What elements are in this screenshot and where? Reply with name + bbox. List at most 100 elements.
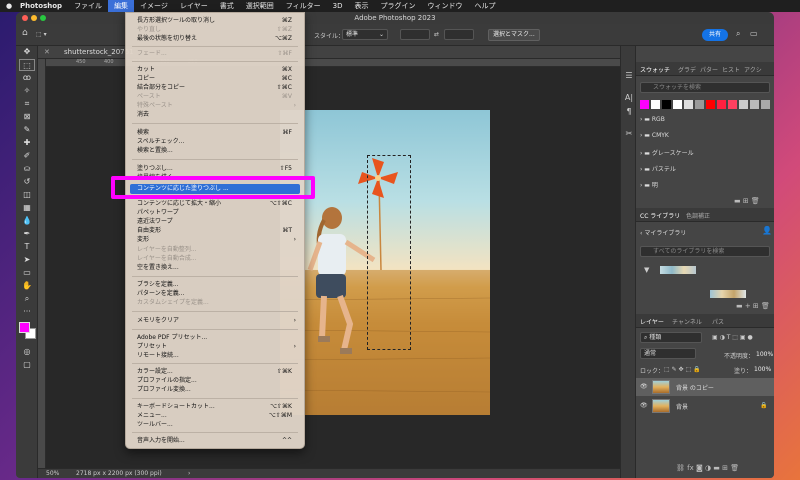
menu-item-perspective-warp[interactable]: 遠近法ワープ	[126, 218, 304, 226]
pen-tool-icon[interactable]: ✒	[19, 228, 35, 240]
rectangle-tool-icon[interactable]: ▭	[19, 267, 35, 279]
menu-item-clear[interactable]: 消去	[126, 111, 304, 119]
frame-tool-icon[interactable]: ⊠	[19, 111, 35, 123]
menu-item-presets[interactable]: プリセット ›	[126, 343, 304, 351]
menu-item-pdf-presets[interactable]: Adobe PDF プリセット...	[126, 334, 304, 342]
share-button[interactable]: 共有	[702, 29, 729, 41]
menu-item-auto-blend-layers[interactable]: レイヤーを自動合成...	[126, 255, 304, 263]
type-tool-icon[interactable]: T	[19, 241, 35, 253]
swatch[interactable]	[761, 100, 770, 109]
layer-row[interactable]: 👁 背景 のコピー	[636, 378, 774, 396]
menu-filter[interactable]: フィルター	[280, 1, 327, 11]
zoom-tool-icon[interactable]: ⌕	[19, 293, 35, 305]
swatch[interactable]	[750, 100, 759, 109]
home-icon[interactable]: ⌂	[22, 28, 28, 38]
menu-help[interactable]: ヘルプ	[468, 1, 501, 11]
move-tool-icon[interactable]: ✥	[19, 46, 35, 58]
swap-icon[interactable]: ⇄	[434, 31, 439, 38]
menu-item-auto-align-layers[interactable]: レイヤーを自動整列...	[126, 246, 304, 254]
tab-histogram[interactable]: ヒスト	[722, 65, 740, 74]
menu-item-paste-special[interactable]: 特殊ペースト ›	[126, 102, 304, 110]
swatch-folder[interactable]: › ▬ 明	[640, 180, 658, 189]
quick-mask-icon[interactable]: ◎	[19, 346, 35, 358]
minimize-window-icon[interactable]	[31, 15, 37, 21]
hand-tool-icon[interactable]: ✋	[19, 280, 35, 292]
swatch[interactable]	[640, 100, 649, 109]
height-field[interactable]	[444, 29, 474, 40]
visibility-eye-icon[interactable]: 👁	[640, 383, 648, 390]
menu-item-copy[interactable]: コピー ⌘C	[126, 75, 304, 83]
library-color-strip[interactable]	[710, 290, 746, 298]
menu-item-color-settings[interactable]: カラー設定... ⇧⌘K	[126, 368, 304, 376]
canvas-photo[interactable]	[280, 110, 490, 415]
tool-presets-icon[interactable]: ✂	[623, 128, 635, 140]
zoom-window-icon[interactable]	[40, 15, 46, 21]
menu-item-undo[interactable]: 長方形選択ツールの取り消し ⌘Z	[126, 17, 304, 25]
swatches-footer-icons[interactable]: ▬ ⊞ 🗑	[734, 197, 760, 205]
menu-item-transform[interactable]: 変形 ›	[126, 236, 304, 244]
layer-kind-filter[interactable]: ⌕ 種類	[640, 332, 702, 343]
swatch-search-input[interactable]: スウォッチを検索	[640, 82, 770, 93]
menu-window[interactable]: ウィンドウ	[421, 1, 468, 11]
visibility-eye-icon[interactable]: 👁	[640, 402, 648, 409]
tab-actions[interactable]: アクシ	[744, 65, 762, 74]
swatch[interactable]	[662, 100, 671, 109]
menu-item-search[interactable]: 検索 ⌘F	[126, 129, 304, 137]
menu-item-paste[interactable]: ペースト ⌘V	[126, 93, 304, 101]
swatch[interactable]	[695, 100, 704, 109]
eyedropper-tool-icon[interactable]: ✎	[19, 124, 35, 136]
swatch[interactable]	[684, 100, 693, 109]
select-mask-button[interactable]: 選択とマスク...	[488, 29, 540, 41]
tab-layers[interactable]: レイヤー	[640, 317, 664, 326]
tab-patterns[interactable]: パター	[700, 65, 718, 74]
rectangular-marquee-tool-icon[interactable]: ⬚	[19, 59, 35, 71]
blur-tool-icon[interactable]: 💧	[19, 215, 35, 227]
history-brush-tool-icon[interactable]: ↺	[19, 176, 35, 188]
menu-item-purge[interactable]: メモリをクリア ›	[126, 317, 304, 325]
swatch[interactable]	[706, 100, 715, 109]
library-search-input[interactable]: すべてのライブラリを検索	[640, 246, 770, 257]
close-tab-icon[interactable]: ✕	[44, 48, 50, 56]
status-arrow-icon[interactable]: ›	[188, 470, 190, 477]
marquee-preset-icon[interactable]: ⬚ ▾	[36, 31, 47, 38]
menu-item-redo[interactable]: やり直し ⇧⌘Z	[126, 26, 304, 34]
menu-view[interactable]: 表示	[348, 1, 374, 11]
search-icon[interactable]: ⌕	[736, 29, 740, 39]
screen-mode-icon[interactable]: ▢	[19, 359, 35, 371]
tab-paths[interactable]: パス	[712, 317, 724, 326]
menu-plugins[interactable]: プラグイン	[374, 1, 421, 11]
paragraph-icon[interactable]: ¶	[623, 106, 635, 118]
menu-photoshop[interactable]: Photoshop	[14, 2, 68, 10]
blend-mode-select[interactable]: 通常	[640, 348, 696, 359]
menu-item-check-spelling[interactable]: スペルチェック...	[126, 138, 304, 146]
menu-item-define-custom-shape[interactable]: カスタムシェイプを定義...	[126, 299, 304, 307]
filter-icon[interactable]: ▼	[644, 266, 649, 274]
menu-image[interactable]: イメージ	[134, 1, 174, 11]
eraser-tool-icon[interactable]: ◫	[19, 189, 35, 201]
layers-footer-icons[interactable]: ⛓ fx ◙ ◑ ▬ ⊞ 🗑	[676, 464, 739, 472]
layer-name[interactable]: 背景	[676, 402, 688, 411]
magic-wand-tool-icon[interactable]: ✧	[19, 85, 35, 97]
tab-gradients[interactable]: グラデ	[678, 65, 696, 74]
character-icon[interactable]: A|	[623, 92, 635, 104]
menu-item-content-aware-scale[interactable]: コンテンツに応じて拡大・縮小 ⌥⇧⌘C	[126, 200, 304, 208]
swatch-folder[interactable]: › ▬ パステル	[640, 164, 676, 173]
menu-item-toggle-last-state[interactable]: 最後の状態を切り替え ⌥⌘Z	[126, 35, 304, 43]
menu-item-define-pattern[interactable]: パターンを定義...	[126, 290, 304, 298]
menu-layer[interactable]: レイヤー	[174, 1, 214, 11]
layer-row[interactable]: 👁 背景 🔒	[636, 397, 774, 415]
gradient-tool-icon[interactable]: ▦	[19, 202, 35, 214]
menu-item-copy-merged[interactable]: 結合部分をコピー ⇧⌘C	[126, 84, 304, 92]
library-name[interactable]: ‹ マイライブラリ	[640, 228, 686, 237]
menu-3d[interactable]: 3D	[327, 2, 349, 10]
brush-tool-icon[interactable]: ✐	[19, 150, 35, 162]
menu-type[interactable]: 書式	[214, 1, 240, 11]
more-tools-icon[interactable]: ···	[19, 306, 35, 318]
foreground-color-swatch[interactable]	[19, 322, 30, 333]
healing-brush-tool-icon[interactable]: ✚	[19, 137, 35, 149]
swatch[interactable]	[728, 100, 737, 109]
swatch[interactable]	[651, 100, 660, 109]
menu-item-assign-profile[interactable]: プロファイルの指定...	[126, 377, 304, 385]
apple-icon[interactable]: ●	[0, 2, 14, 10]
menu-item-toolbar[interactable]: ツールバー...	[126, 421, 304, 429]
